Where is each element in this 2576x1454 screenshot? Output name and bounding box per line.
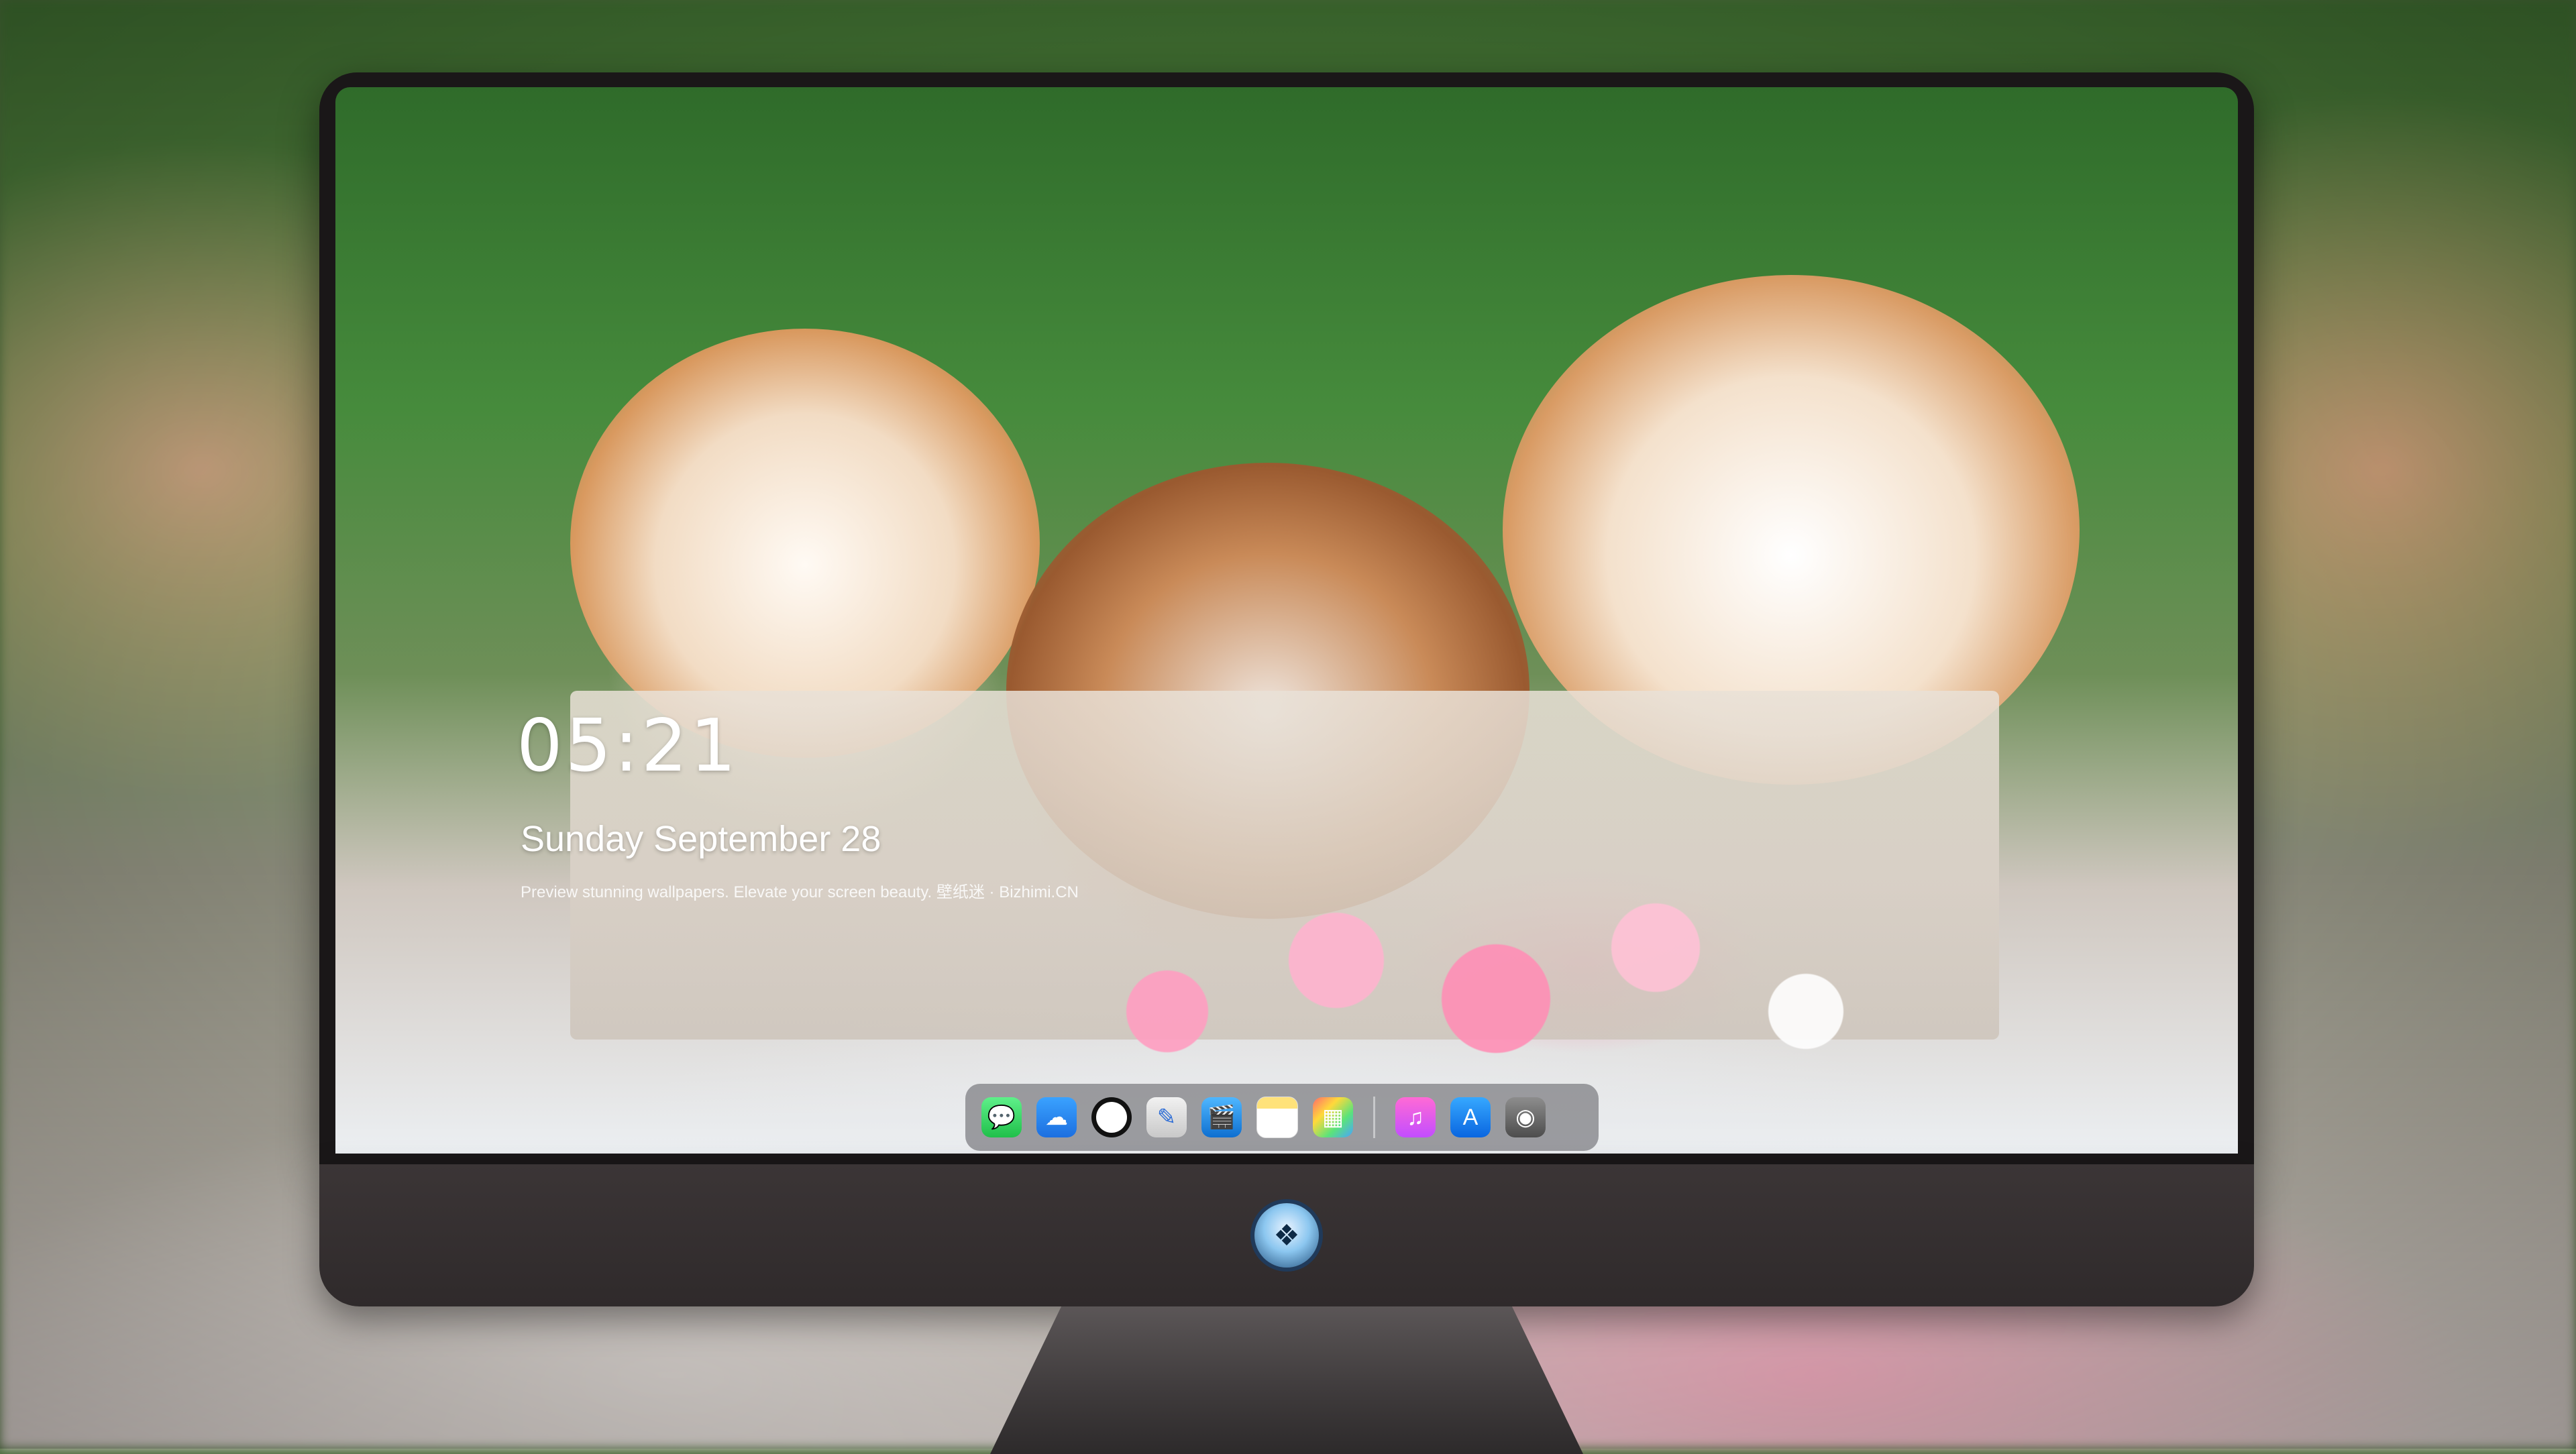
weather-icon[interactable]: ☁ xyxy=(1036,1097,1077,1137)
dock-separator xyxy=(1373,1097,1375,1138)
music-icon[interactable]: ♫ xyxy=(1395,1097,1436,1137)
app-store-icon[interactable]: A xyxy=(1450,1097,1491,1137)
dock: 💬 ☁ ✎ 🎬 ▦ ♫ A ◉ xyxy=(965,1084,1599,1151)
clock-face xyxy=(1096,1102,1127,1133)
notes-icon[interactable] xyxy=(1256,1097,1298,1138)
messages-icon[interactable]: 💬 xyxy=(981,1097,1022,1137)
bizhimi-logo-icon: ❖ xyxy=(1254,1203,1319,1268)
lockscreen-date: Sunday September 28 xyxy=(521,819,881,859)
screen: 05:21 Sunday September 28 Preview stunni… xyxy=(335,87,2238,1154)
monitor-stand xyxy=(990,1306,1583,1454)
lockscreen-caption: Preview stunning wallpapers. Elevate you… xyxy=(521,883,1079,901)
clock-icon[interactable] xyxy=(1091,1097,1132,1137)
monitor: 05:21 Sunday September 28 Preview stunni… xyxy=(319,72,2254,1454)
camera-icon[interactable]: ◉ xyxy=(1505,1097,1546,1137)
claquette-icon[interactable]: 🎬 xyxy=(1201,1097,1242,1137)
lockscreen-time: 05:21 xyxy=(517,704,739,788)
preview-icon[interactable]: ✎ xyxy=(1146,1097,1187,1137)
photos-icon[interactable]: ▦ xyxy=(1313,1097,1353,1137)
wallpaper-blossoms xyxy=(979,858,1919,1113)
